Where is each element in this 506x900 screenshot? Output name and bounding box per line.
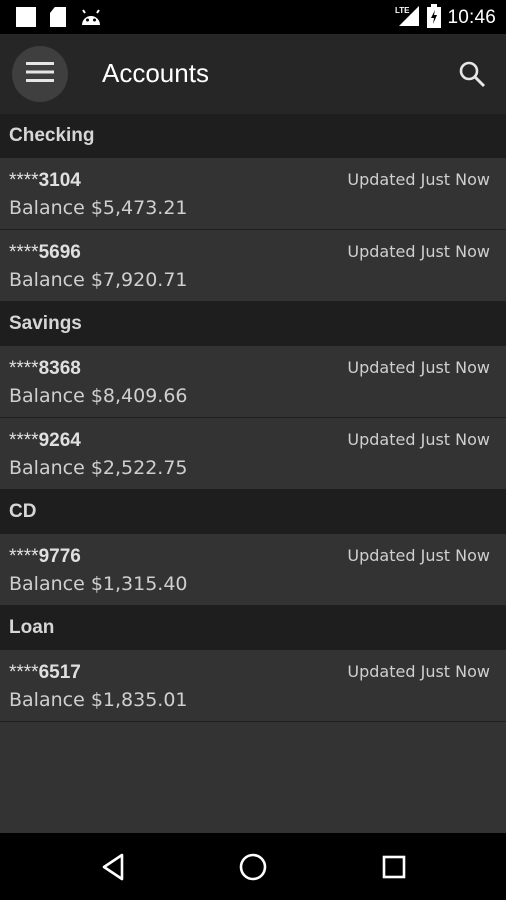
updated-status: Updated Just Now [347,242,490,261]
system-status: LTE 10:46 [395,4,496,32]
account-balance: Balance $5,473.21 [9,197,188,219]
page-title: Accounts [102,58,209,88]
account-number: ****9776 [9,546,81,567]
account-balance: Balance $7,920.71 [9,269,188,291]
app-bar: Accounts [0,34,506,114]
notification-icons [16,7,102,27]
account-balance: Balance $1,835.01 [9,689,188,711]
home-circle-icon [237,853,269,887]
account-number: ****3104 [9,170,81,191]
account-balance: Balance $8,409.66 [9,385,188,407]
search-icon [458,61,486,92]
battery-icon [427,4,442,32]
account-row[interactable]: ****9776 Balance $1,315.40 Updated Just … [0,534,506,606]
clock: 10:46 [447,7,496,28]
account-row[interactable]: ****8368 Balance $8,409.66 Updated Just … [0,346,506,418]
account-number: ****5696 [9,242,81,263]
menu-button[interactable] [12,46,68,102]
svg-text:LTE: LTE [395,6,410,15]
android-debug-icon [80,7,102,27]
notification-square-icon [16,7,36,27]
account-number: ****9264 [9,430,81,451]
status-bar: LTE 10:46 [0,0,506,34]
updated-status: Updated Just Now [347,662,490,681]
account-number: ****8368 [9,358,81,379]
sd-card-icon [50,7,66,27]
system-nav-bar [0,833,506,900]
section-header-cd: CD [0,490,506,534]
hamburger-menu-icon [26,61,54,87]
section-header-savings: Savings [0,302,506,346]
updated-status: Updated Just Now [347,546,490,565]
section-header-loan: Loan [0,606,506,650]
account-row[interactable]: ****3104 Balance $5,473.21 Updated Just … [0,158,506,230]
account-row[interactable]: ****6517 Balance $1,835.01 Updated Just … [0,650,506,722]
account-balance: Balance $2,522.75 [9,457,188,479]
account-row[interactable]: ****5696 Balance $7,920.71 Updated Just … [0,230,506,302]
account-row[interactable]: ****9264 Balance $2,522.75 Updated Just … [0,418,506,490]
updated-status: Updated Just Now [347,430,490,449]
recents-square-icon [378,855,410,887]
account-number: ****6517 [9,662,81,683]
updated-status: Updated Just Now [347,170,490,189]
back-button[interactable] [98,851,130,883]
recents-button[interactable] [378,851,410,883]
home-button[interactable] [237,851,269,883]
accounts-list: Checking ****3104 Balance $5,473.21 Upda… [0,114,506,722]
lte-signal-icon: LTE [395,4,421,32]
section-header-checking: Checking [0,114,506,158]
updated-status: Updated Just Now [347,358,490,377]
back-triangle-icon [98,853,130,887]
search-button[interactable] [458,60,488,90]
account-balance: Balance $1,315.40 [9,573,188,595]
